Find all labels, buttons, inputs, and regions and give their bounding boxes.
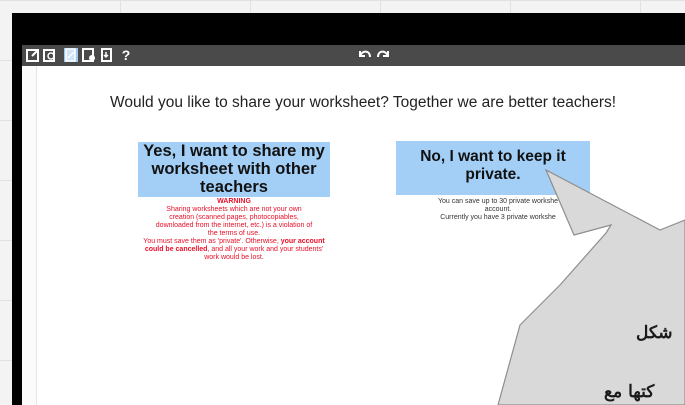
share-question: Would you like to share your worksheet? …: [110, 94, 617, 111]
private-info-line: You can save up to 30 private workshe: [438, 198, 558, 205]
left-margin: [22, 66, 37, 405]
warning-must-save: You must save them as 'private'. Otherwi…: [143, 238, 279, 245]
warning-block: WARNING Sharing worksheets which are not…: [140, 198, 328, 262]
private-info: You can save up to 30 private workshe ac…: [400, 198, 596, 222]
private-info-line: Currently you have 3 private workshe: [440, 214, 556, 221]
private-button-label: No, I want to keep it private.: [420, 148, 566, 183]
toolbar: ?: [22, 45, 685, 66]
bubble-text-line-2: كتها مع: [604, 382, 655, 402]
warning-title: WARNING: [217, 198, 251, 205]
warning-line: the terms of use.: [207, 230, 261, 237]
warning-line: Sharing worksheets which are not your ow…: [166, 206, 302, 213]
private-info-line: account.: [484, 206, 512, 213]
warning-consequence: You must save them as 'private'. Otherwi…: [140, 238, 328, 262]
export-icon[interactable]: [100, 48, 114, 62]
help-icon[interactable]: ?: [119, 48, 133, 62]
bubble-text-line-1: شكل: [636, 323, 673, 343]
editor-window: ? Would you like to share your worksheet…: [22, 45, 685, 405]
edit-icon[interactable]: [26, 48, 40, 62]
undo-icon[interactable]: [356, 46, 374, 64]
preview-icon[interactable]: [43, 48, 57, 62]
settings-icon[interactable]: [82, 48, 96, 62]
warning-rest: , and all your work and your students' w…: [204, 246, 324, 261]
redo-icon[interactable]: [374, 46, 392, 64]
share-icon[interactable]: [64, 48, 78, 62]
private-button[interactable]: No, I want to keep it private.: [396, 141, 590, 195]
warning-line: creation (scanned pages, photocopiables,: [169, 214, 299, 221]
warning-line: downloaded from the internet, etc.) is a…: [155, 222, 313, 229]
share-button[interactable]: Yes, I want to share my worksheet with o…: [138, 142, 330, 197]
